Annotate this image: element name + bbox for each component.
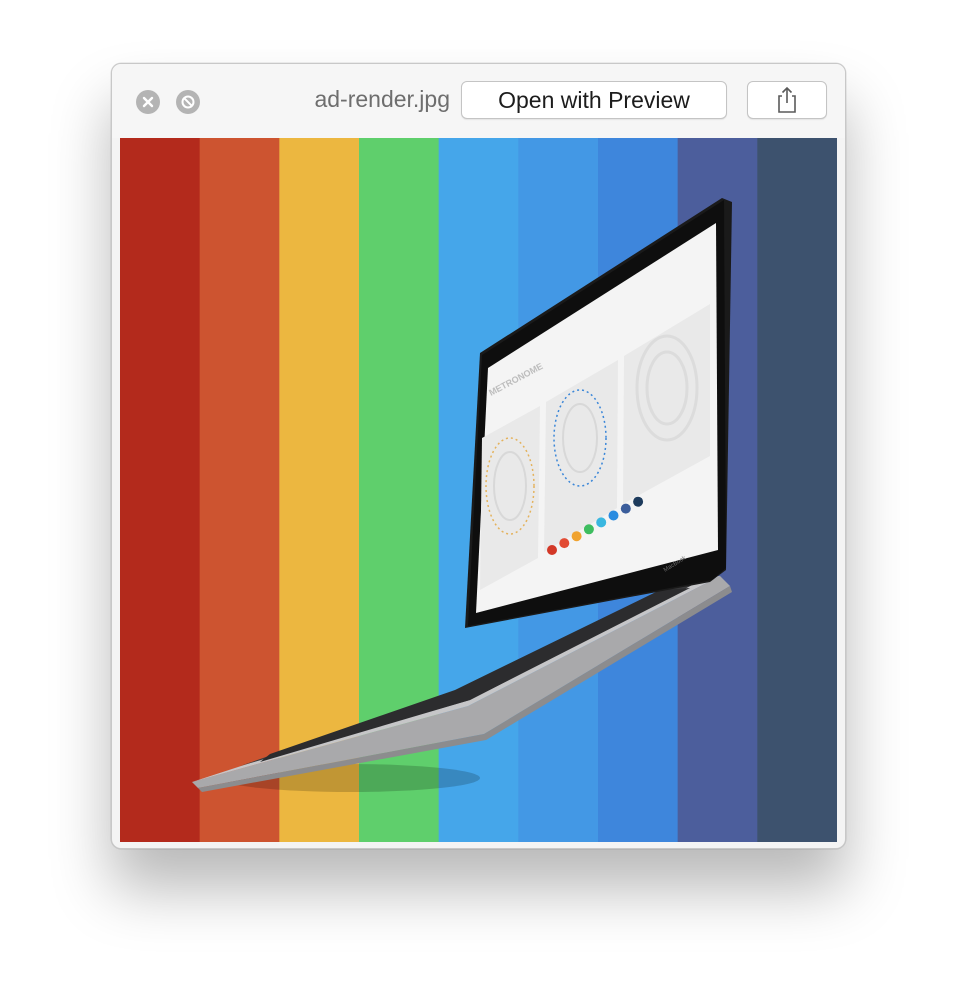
open-with-preview-button[interactable]: Open with Preview (461, 81, 727, 119)
quick-look-window: ad-render.jpg Open with Preview METRONOM… (111, 63, 846, 849)
window-title: ad-render.jpg (314, 86, 450, 112)
share-icon (778, 86, 796, 113)
fullscreen-button[interactable] (176, 90, 200, 114)
social-icon-dot (620, 503, 631, 514)
ad-render-image: METRONOME MacBook (120, 138, 837, 842)
close-button[interactable] (136, 90, 160, 114)
close-circle-icon (142, 96, 154, 108)
social-icon-dot (596, 517, 607, 528)
social-icon-dot (608, 510, 619, 521)
image-preview: METRONOME MacBook (120, 138, 837, 842)
no-entry-circle-icon (181, 95, 195, 109)
color-stripe (199, 138, 280, 842)
title-bar: ad-render.jpg Open with Preview (112, 64, 845, 138)
social-icon-dot (583, 524, 594, 535)
color-stripe (120, 138, 201, 842)
share-button[interactable] (747, 81, 827, 119)
social-icon-dot (571, 531, 582, 542)
color-stripe (757, 138, 837, 842)
social-icon-dot (559, 538, 570, 549)
social-icon-dot (547, 545, 557, 555)
social-icon-dot (633, 496, 644, 507)
